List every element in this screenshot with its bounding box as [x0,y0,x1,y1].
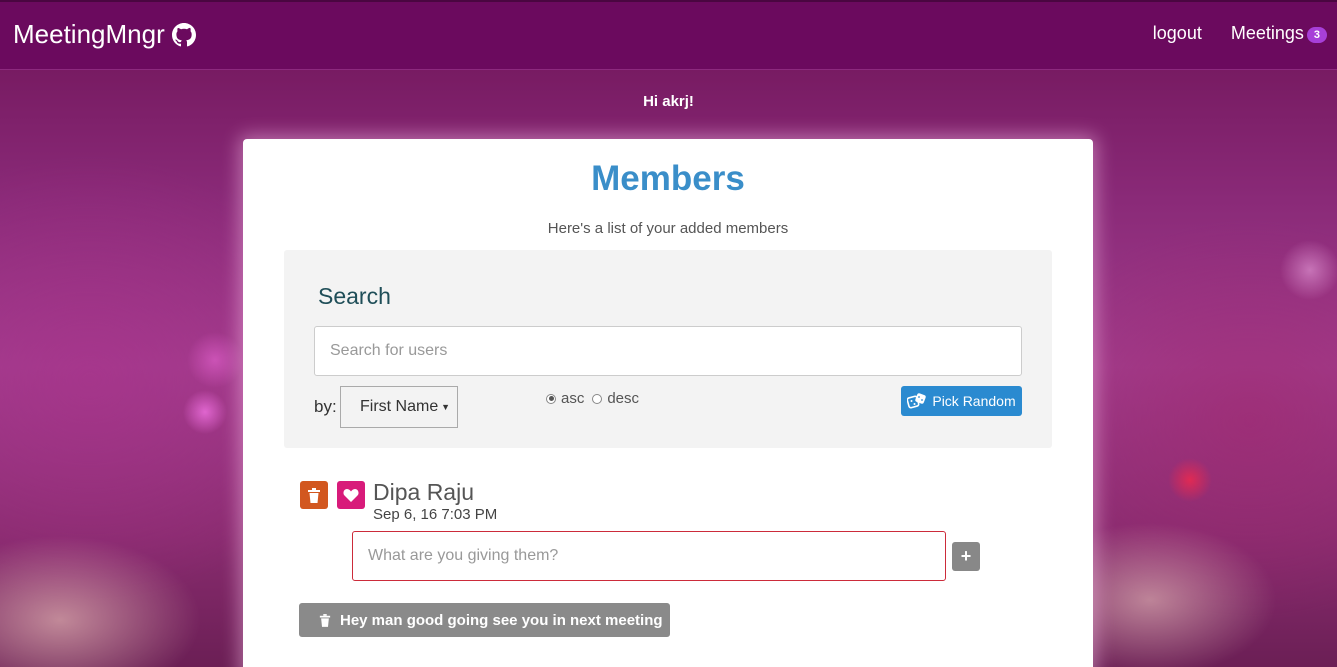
favorite-member-button[interactable] [337,481,365,509]
sort-desc-radio[interactable] [592,393,603,404]
github-icon[interactable] [171,22,196,47]
meetings-count-badge: 3 [1306,27,1327,43]
delete-member-button[interactable] [300,481,328,509]
sort-field-select[interactable]: First Name ▼ [340,386,458,428]
brand-logo[interactable]: MeetingMngr [13,19,196,50]
trash-icon [308,487,320,503]
greeting-text: Hi akrj! [643,93,694,110]
search-panel: Search by: First Name ▼ asc desc Pick Ra… [284,250,1052,448]
search-heading: Search [318,283,391,309]
member-date: Sep 6, 16 7:03 PM [373,506,498,523]
sort-asc-radio[interactable] [546,393,556,404]
sort-by-label: by: [314,397,337,416]
search-input[interactable] [314,326,1022,376]
member-name: Dipa Raju [373,479,474,505]
add-gift-button[interactable]: + [952,542,980,571]
members-card: Members Here's a list of your added memb… [243,139,1093,667]
dice-icon [907,393,927,409]
brand-name[interactable]: MeetingMngr [13,19,165,50]
meetings-link[interactable]: Meetings 3 [1231,23,1327,44]
pick-random-button[interactable]: Pick Random [901,386,1022,416]
gift-text: Hey man good going see you in next meeti… [340,611,663,629]
trash-icon [319,613,331,627]
gift-item[interactable]: Hey man good going see you in next meeti… [299,603,670,637]
page-title: Members [591,159,745,198]
nav-links: logout Meetings 3 [1124,23,1327,44]
sort-asc-label[interactable]: asc [561,390,584,407]
sort-field-value: First Name [360,398,439,415]
sort-order-group: asc desc [546,390,647,407]
logout-link[interactable]: logout [1153,23,1202,44]
caret-down-icon: ▼ [441,402,450,412]
sort-desc-label[interactable]: desc [607,390,639,407]
pick-random-label: Pick Random [932,393,1016,409]
meetings-link-label: Meetings [1230,23,1304,43]
page-subtitle: Here's a list of your added members [547,220,789,237]
gift-input[interactable] [352,531,946,581]
top-navbar: MeetingMngr logout Meetings 3 [0,0,1337,70]
heart-icon [343,489,359,502]
